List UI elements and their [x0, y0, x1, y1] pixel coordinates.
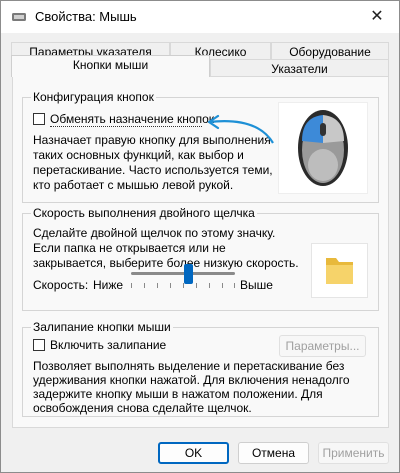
- dbl-desc-3: закрывается, выберите более низкую скоро…: [33, 256, 299, 270]
- speed-slider-thumb[interactable]: [184, 264, 193, 284]
- title-bar[interactable]: Свойства: Мышь ✕: [1, 1, 399, 33]
- slider-tick: [209, 283, 210, 288]
- speed-slow-label: Ниже: [93, 278, 124, 292]
- window-title: Свойства: Мышь: [35, 9, 137, 24]
- speed-fast-label: Выше: [240, 278, 273, 292]
- swap-buttons-checkbox[interactable]: [33, 113, 45, 125]
- slider-tick: [170, 283, 171, 288]
- dbl-desc-1: Сделайте двойной щелчок по этому значку.: [33, 226, 276, 240]
- dbl-desc-2: Если папка не открывается или не: [33, 241, 226, 255]
- speed-slider-track[interactable]: [131, 272, 235, 275]
- mouse-icon: [298, 110, 348, 186]
- keyboard-mouse-app-icon: [12, 13, 26, 21]
- ok-button[interactable]: OK: [158, 442, 229, 464]
- tab-buttons[interactable]: Кнопки мыши: [11, 55, 210, 77]
- cancel-button[interactable]: Отмена: [238, 442, 309, 464]
- slider-tick: [183, 283, 184, 288]
- slider-tick: [234, 283, 235, 288]
- focus-underline: [50, 125, 202, 127]
- slider-tick: [144, 283, 145, 288]
- annotation-arrow-icon: [207, 114, 274, 144]
- swap-desc-2: таких основных функций, как выбор и: [33, 148, 244, 162]
- slider-tick: [222, 283, 223, 288]
- apply-button[interactable]: Применить: [318, 442, 389, 464]
- folder-icon: [326, 258, 353, 284]
- close-icon: ✕: [370, 8, 384, 25]
- swap-desc-4: кто работает с мышью левой рукой.: [33, 178, 234, 192]
- test-folder[interactable]: [311, 243, 368, 298]
- click-lock-settings-button[interactable]: Параметры...: [279, 335, 366, 357]
- slider-tick: [196, 283, 197, 288]
- click-lock-legend: Залипание кнопки мыши: [31, 320, 173, 334]
- close-button[interactable]: ✕: [355, 1, 399, 33]
- swap-desc-3: перетаскивание. Часто используется теми,: [33, 163, 273, 177]
- button-config-legend: Конфигурация кнопок: [31, 90, 156, 104]
- double-click-legend: Скорость выполнения двойного щелчка: [31, 206, 257, 220]
- tab-pointers[interactable]: Указатели: [210, 59, 389, 77]
- mouse-preview: [278, 102, 368, 194]
- speed-label: Скорость:: [33, 278, 89, 292]
- click-lock-checkbox[interactable]: [33, 339, 45, 351]
- slider-tick: [131, 283, 132, 288]
- mouse-properties-window: Свойства: Мышь ✕ Параметры указателя Кол…: [0, 0, 400, 473]
- lock-desc-4: освобождения снова сделайте щелчок.: [33, 401, 252, 415]
- click-lock-label[interactable]: Включить залипание: [50, 337, 166, 353]
- slider-tick: [157, 283, 158, 288]
